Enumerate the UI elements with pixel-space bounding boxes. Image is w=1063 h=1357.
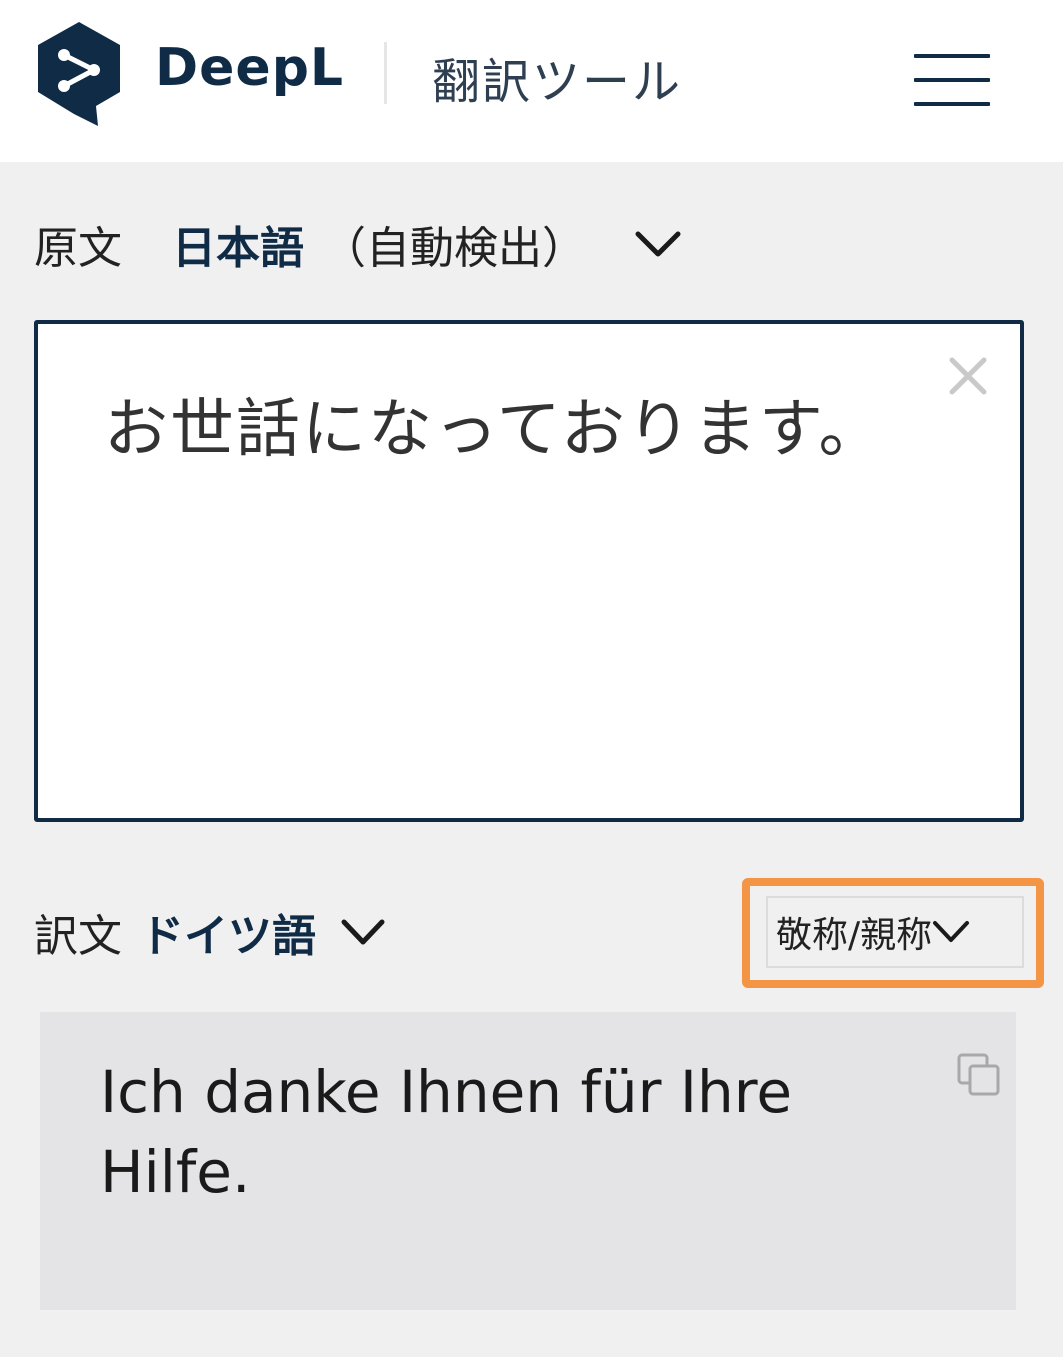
header-divider — [384, 42, 387, 104]
source-label: 原文 — [34, 223, 122, 274]
source-text[interactable]: お世話になっております。 — [104, 378, 884, 470]
deepl-logo-icon[interactable] — [34, 20, 124, 128]
app-header: DeepL 翻訳ツール — [0, 0, 1063, 162]
formality-dropdown[interactable]: 敬称/親称 — [766, 896, 1024, 968]
source-language-row: 原文 日本語 （自動検出） — [34, 212, 682, 276]
close-icon[interactable] — [946, 354, 990, 398]
source-language-selector[interactable]: 日本語 — [172, 212, 304, 276]
copy-icon[interactable] — [956, 1052, 1002, 1098]
source-text-input[interactable]: お世話になっております。 — [34, 320, 1024, 822]
formality-label: 敬称/親称 — [776, 915, 933, 956]
hamburger-menu-icon[interactable] — [912, 52, 992, 108]
translated-text: Ich danke Ihnen für Ihre Hilfe. — [100, 1058, 793, 1206]
brand-name[interactable]: DeepL — [155, 38, 344, 98]
chevron-down-icon — [933, 921, 970, 942]
target-text-output: Ich danke Ihnen für Ihre Hilfe. — [40, 1012, 1016, 1310]
auto-detect-note: （自動検出） — [322, 223, 586, 274]
target-language-selector[interactable]: ドイツ語 — [140, 900, 316, 964]
target-language-row: 訳文 ドイツ語 — [34, 900, 386, 964]
chevron-down-icon[interactable] — [634, 229, 682, 259]
target-label: 訳文 — [34, 911, 122, 962]
chevron-down-icon[interactable] — [340, 917, 386, 947]
tool-label: 翻訳ツール — [432, 54, 683, 110]
